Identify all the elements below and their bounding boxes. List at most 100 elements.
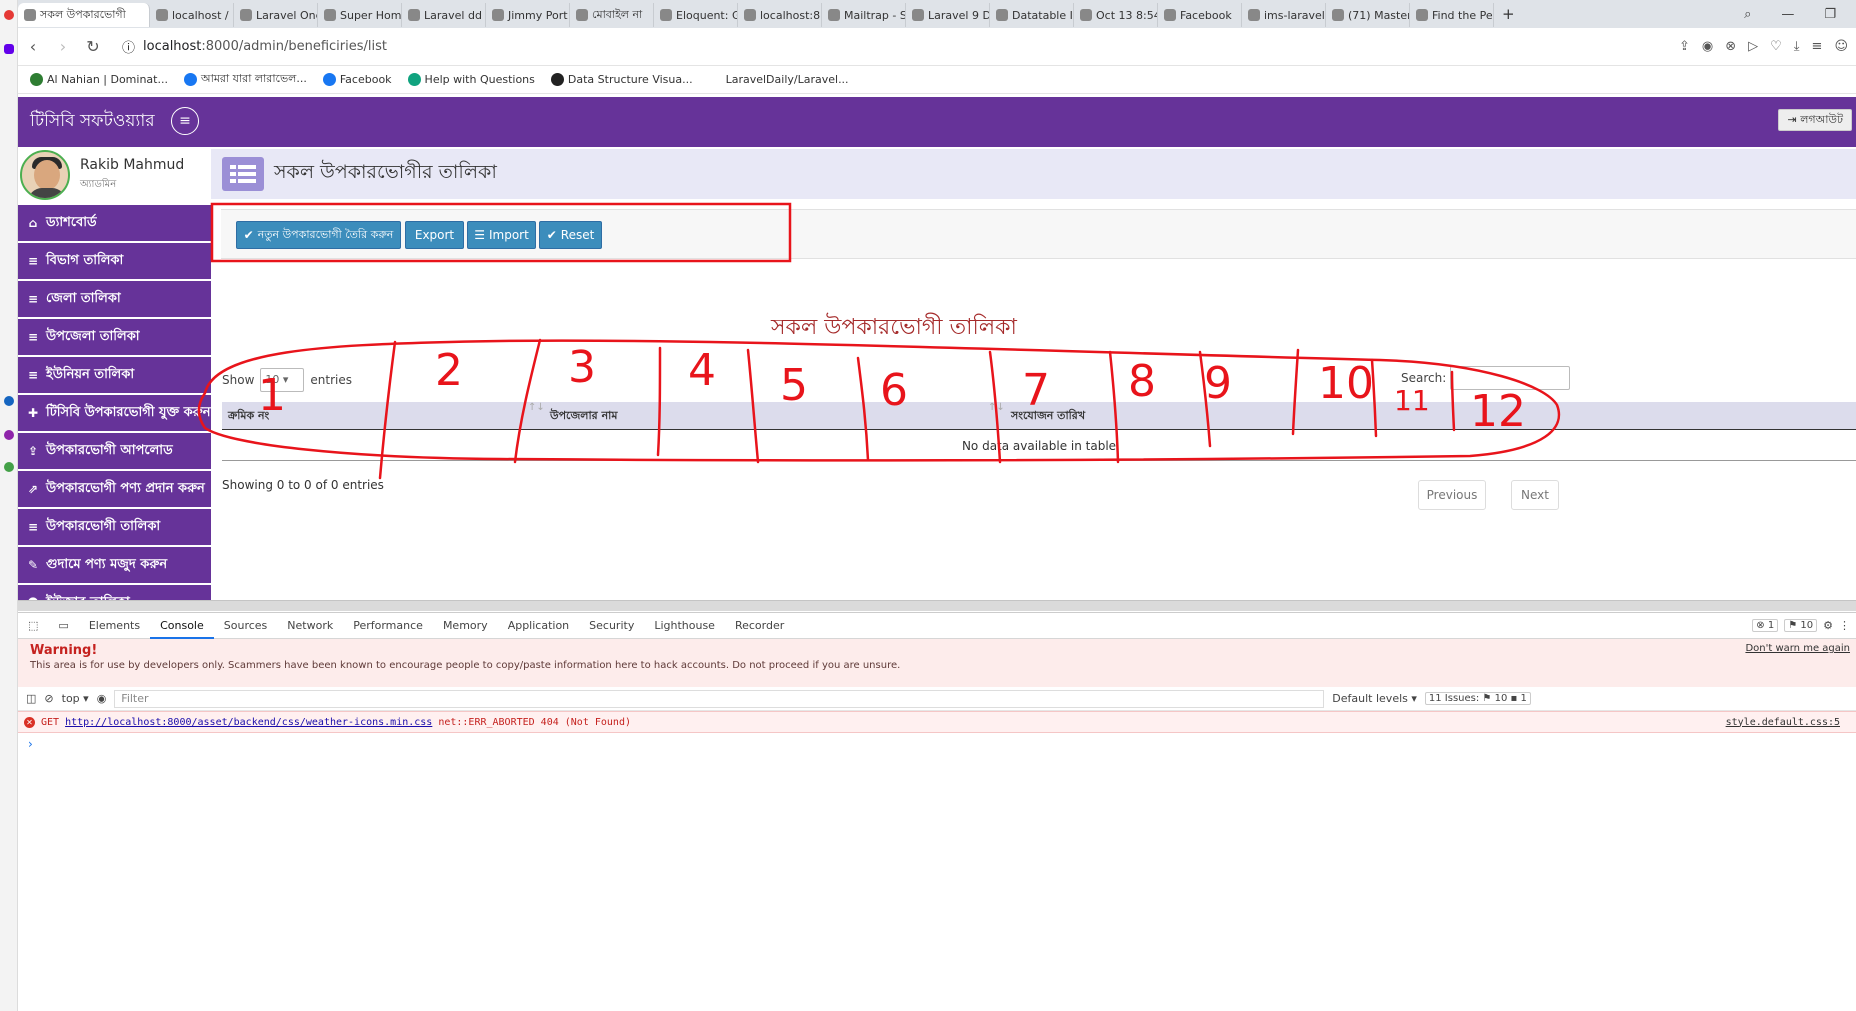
app-brand[interactable]: টিসিবি সফটওয়্যার ≡: [18, 97, 211, 147]
browser-tab[interactable]: সকল উপকারভোগী: [18, 3, 150, 27]
search-tabs-icon[interactable]: ⌕: [1744, 7, 1751, 22]
sidebar-menu-item[interactable]: ✚ টিসিবি উপকারভোগী যুক্ত করুন: [18, 395, 211, 431]
browser-tab[interactable]: Mailtrap - S: [822, 3, 906, 27]
devtools-tab[interactable]: Network: [277, 613, 343, 639]
warning-count-badge[interactable]: ⚑ 10: [1784, 619, 1818, 632]
browser-tab[interactable]: localhost:8: [738, 3, 822, 27]
context-select[interactable]: top ▾: [62, 692, 89, 705]
url-field[interactable]: ⓘ localhost:8000/admin/beneficiries/list: [122, 37, 387, 56]
bookmark-item[interactable]: LaravelDaily/Laravel...: [708, 73, 849, 86]
search-input[interactable]: [1450, 366, 1571, 390]
devtools-tab[interactable]: Sources: [214, 613, 278, 639]
sidebar-menu-item[interactable]: ✎ গুদামে পণ্য মজুদ করুন: [18, 547, 211, 583]
site-info-icon[interactable]: ⓘ: [122, 37, 135, 56]
new-tab-button[interactable]: +: [1502, 5, 1515, 23]
devtools-tab[interactable]: Performance: [343, 613, 433, 639]
sidebar-menu-item[interactable]: ⌂ ড্যাশবোর্ড: [18, 205, 211, 241]
dont-warn-link[interactable]: Don't warn me again: [1745, 643, 1850, 654]
devtools-tab[interactable]: Application: [498, 613, 579, 639]
sort-icon[interactable]: ↑↓: [988, 402, 1005, 413]
log-levels-select[interactable]: Default levels ▾: [1332, 692, 1417, 705]
bookmark-item[interactable]: Data Structure Visua...: [550, 73, 693, 86]
create-beneficiary-button[interactable]: ✔ নতুন উপকারভোগী তৈরি করুন: [236, 221, 401, 249]
bookmark-item[interactable]: Al Nahian | Dominat...: [30, 73, 168, 86]
issues-badge[interactable]: 11 Issues: ⚑ 10 ▪ 1: [1424, 692, 1531, 705]
devtools-tab[interactable]: Security: [579, 613, 644, 639]
sidebar-menu-item[interactable]: ⇪ উপকারভোগী আপলোড: [18, 433, 211, 469]
sidebar-menu-item[interactable]: ≡ উপকারভোগী তালিকা: [18, 509, 211, 545]
reset-button[interactable]: ✔ Reset: [539, 221, 602, 249]
error-url-link[interactable]: http://localhost:8000/asset/backend/css/…: [65, 717, 432, 728]
device-toolbar-icon[interactable]: ▭: [48, 613, 78, 639]
browser-tab[interactable]: মোবাইল না: [570, 3, 654, 27]
download-icon[interactable]: ⤓: [1794, 39, 1800, 54]
bookmark-item[interactable]: Help with Questions: [407, 73, 535, 86]
devtools-tab[interactable]: Lighthouse: [644, 613, 725, 639]
devtools-tab[interactable]: Elements: [79, 613, 150, 639]
browser-tab[interactable]: ims-laravel: [1242, 3, 1326, 27]
error-count-badge[interactable]: ⊗ 1: [1752, 619, 1779, 632]
sort-icon[interactable]: ↑↓: [528, 402, 545, 413]
reload-icon[interactable]: ↻: [78, 37, 108, 56]
column-header-upazila[interactable]: উপজেলার নাম: [550, 402, 617, 430]
sidebar-menu-item[interactable]: ≡ জেলা তালিকা: [18, 281, 211, 317]
restore-icon[interactable]: ❐: [1824, 7, 1836, 22]
devtools-tab[interactable]: Memory: [433, 613, 498, 639]
sidebar-toggle-icon[interactable]: ◫: [26, 692, 36, 705]
browser-tab[interactable]: Eloquent: G: [654, 3, 738, 27]
browser-tab[interactable]: Jimmy Port: [486, 3, 570, 27]
taskbar-app-icon[interactable]: [4, 462, 14, 472]
taskbar-app-icon[interactable]: [4, 430, 14, 440]
share-icon[interactable]: ⇪: [1679, 39, 1690, 54]
browser-tab[interactable]: Laravel dd: [402, 3, 486, 27]
console-filter-input[interactable]: Filter: [114, 689, 1325, 708]
logout-button[interactable]: ⇥ লগআউট: [1778, 109, 1852, 131]
taskbar-app-icon[interactable]: [4, 396, 14, 406]
browser-tab[interactable]: localhost /: [150, 3, 234, 27]
browser-tab[interactable]: Find the Pe: [1410, 3, 1494, 27]
forward-icon[interactable]: ›: [48, 37, 78, 56]
console-prompt[interactable]: ›: [18, 733, 1856, 755]
more-options-icon[interactable]: ⋮: [1839, 619, 1850, 632]
browser-tab[interactable]: Datatable I: [990, 3, 1074, 27]
profile-icon[interactable]: ☺: [1834, 39, 1848, 54]
export-button[interactable]: Export: [405, 221, 464, 249]
sidebar-menu-item[interactable]: ⇗ উপকারভোগী পণ্য প্রদান করুন: [18, 471, 211, 507]
tracking-icon[interactable]: ⊗: [1725, 39, 1736, 54]
devtools-tab[interactable]: Console: [150, 613, 214, 639]
play-icon[interactable]: ▷: [1748, 39, 1758, 54]
column-header-added-date[interactable]: সংযোজন তারিখ: [1011, 402, 1085, 430]
bookmark-item[interactable]: Facebook: [322, 73, 392, 86]
clear-console-icon[interactable]: ⊘: [44, 692, 53, 705]
bookmark-label: Al Nahian | Dominat...: [47, 73, 168, 86]
previous-page-button[interactable]: Previous: [1418, 480, 1486, 510]
taskbar-app-icon[interactable]: [4, 44, 14, 54]
column-header-serial[interactable]: ক্রমিক নং: [228, 402, 269, 430]
settings-gear-icon[interactable]: ⚙: [1823, 619, 1833, 632]
browser-tab[interactable]: Laravel 9 D: [906, 3, 990, 27]
error-source-link[interactable]: style.default.css:5: [1726, 717, 1856, 728]
page-length-select[interactable]: 10 ▾: [260, 368, 305, 392]
sidebar-menu-item[interactable]: ≡ ইউনিয়ন তালিকা: [18, 357, 211, 393]
browser-tab[interactable]: Facebook: [1158, 3, 1242, 27]
taskbar-app-icon[interactable]: [4, 10, 14, 20]
camera-icon[interactable]: ◉: [1702, 39, 1713, 54]
browser-tab[interactable]: Laravel One: [234, 3, 318, 27]
browser-tab[interactable]: Super Hom: [318, 3, 402, 27]
eye-icon[interactable]: ◉: [97, 692, 107, 705]
sidebar-menu-item[interactable]: ≡ উপজেলা তালিকা: [18, 319, 211, 355]
menu-icon[interactable]: ≡: [1812, 39, 1823, 54]
import-button[interactable]: ☰ Import: [467, 221, 536, 249]
back-icon[interactable]: ‹: [18, 37, 48, 56]
horizontal-scrollbar[interactable]: [18, 600, 1856, 611]
next-page-button[interactable]: Next: [1511, 480, 1559, 510]
devtools-tab[interactable]: Recorder: [725, 613, 794, 639]
browser-tab[interactable]: (71) Master: [1326, 3, 1410, 27]
hamburger-menu-icon[interactable]: ≡: [171, 107, 199, 135]
browser-tab[interactable]: Oct 13 8:54: [1074, 3, 1158, 27]
bookmark-item[interactable]: আমরা যারা লারাভেল...: [183, 70, 307, 89]
sidebar-menu-item[interactable]: ≡ বিভাগ তালিকা: [18, 243, 211, 279]
minimize-icon[interactable]: —: [1781, 7, 1794, 22]
heart-icon[interactable]: ♡: [1770, 39, 1782, 54]
inspect-element-icon[interactable]: ⬚: [18, 613, 48, 639]
